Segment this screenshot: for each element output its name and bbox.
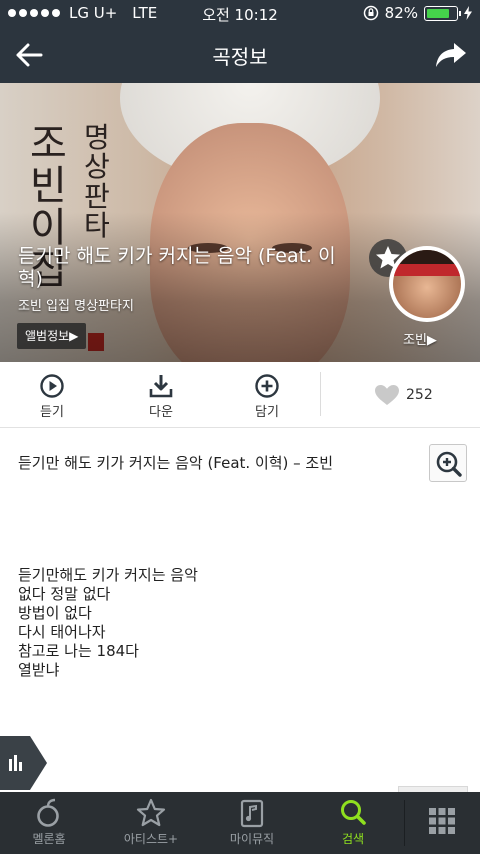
tab-label: 멜론홈 xyxy=(32,832,66,846)
action-divider xyxy=(320,372,321,416)
tab-artist-plus[interactable]: 아티스트+ xyxy=(106,798,196,847)
zoom-in-icon xyxy=(436,451,462,477)
status-bar: LG U+ LTE 오전 10:12 82% xyxy=(0,0,480,26)
download-icon xyxy=(149,375,173,398)
like-button[interactable]: 252 xyxy=(374,384,433,406)
lyrics-line: 없다 정말 없다 xyxy=(18,585,111,603)
like-count: 252 xyxy=(406,387,433,403)
listen-label: 듣기 xyxy=(40,405,64,420)
song-title: 듣기만 해도 키가 커지는 음악 (Feat. 이혁) xyxy=(18,245,336,290)
tab-label: 검색 xyxy=(341,832,365,846)
lyrics-line: 열받냐 xyxy=(18,661,60,679)
play-circle-icon xyxy=(40,374,64,398)
tab-my-music[interactable]: 마이뮤직 xyxy=(207,798,297,847)
navigation-bar: 곡정보 xyxy=(0,26,480,83)
album-info-button[interactable]: 앨범정보▶ xyxy=(17,323,87,349)
listen-button[interactable]: 듣기 xyxy=(22,373,82,420)
album-art-hero: 조빈이집 명상판타 듣기만 해도 키가 커지는 음악 (Feat. 이혁) 조빈… xyxy=(0,83,480,362)
tab-divider xyxy=(404,800,405,846)
lyrics-line: 듣기만해도 키가 커지는 음악 xyxy=(18,566,198,584)
melon-home-icon xyxy=(37,798,59,827)
tab-label: 아티스트+ xyxy=(123,832,179,846)
battery-fill xyxy=(427,8,449,18)
share-icon[interactable] xyxy=(434,40,468,70)
now-playing-tab[interactable] xyxy=(0,736,48,790)
lyrics-line: 방법이 없다 xyxy=(18,604,92,622)
download-label: 다운 xyxy=(149,405,173,420)
tab-search[interactable]: 검색 xyxy=(308,798,398,847)
page-title: 곡정보 xyxy=(212,45,268,69)
add-label: 담기 xyxy=(255,405,279,420)
artist-avatar[interactable] xyxy=(389,246,465,322)
tab-melon-home[interactable]: 멜론홈 xyxy=(4,798,94,847)
heart-icon xyxy=(375,385,399,405)
battery-percent: 82% xyxy=(384,4,418,22)
tab-label: 마이뮤직 xyxy=(229,832,275,846)
rotation-lock-icon xyxy=(363,5,378,21)
lyrics-line: 다시 태어나자 xyxy=(18,623,106,641)
bottom-tab-bar: 멜론홈 아티스트+ 마이뮤직 검색 xyxy=(0,792,480,854)
lyrics-line: 참고로 나는 184다 xyxy=(18,642,139,660)
song-actions: 듣기 다운 담기 252 xyxy=(0,362,480,428)
zoom-in-button[interactable] xyxy=(429,444,467,482)
star-icon xyxy=(136,798,166,827)
artist-bandana xyxy=(393,264,461,276)
search-icon xyxy=(341,800,366,825)
add-to-playlist-button[interactable]: 담기 xyxy=(237,373,297,420)
lyrics-text: 듣기만해도 키가 커지는 음악 없다 정말 없다 방법이 없다 다시 태어나자 … xyxy=(18,566,198,680)
my-music-icon xyxy=(240,799,264,828)
battery-icon xyxy=(424,5,461,21)
album-name: 조빈 입집 명상판타지 xyxy=(18,299,134,314)
plus-circle-icon xyxy=(255,374,279,398)
download-button[interactable]: 다운 xyxy=(131,373,191,420)
artist-photo xyxy=(393,250,461,318)
artist-name-link[interactable]: 조빈▶ xyxy=(403,329,437,348)
lyrics-header: 듣기만 해도 키가 커지는 음악 (Feat. 이혁) – 조빈 xyxy=(18,454,334,472)
charging-bolt-icon xyxy=(464,6,472,20)
menu-grid-icon[interactable] xyxy=(428,807,456,835)
